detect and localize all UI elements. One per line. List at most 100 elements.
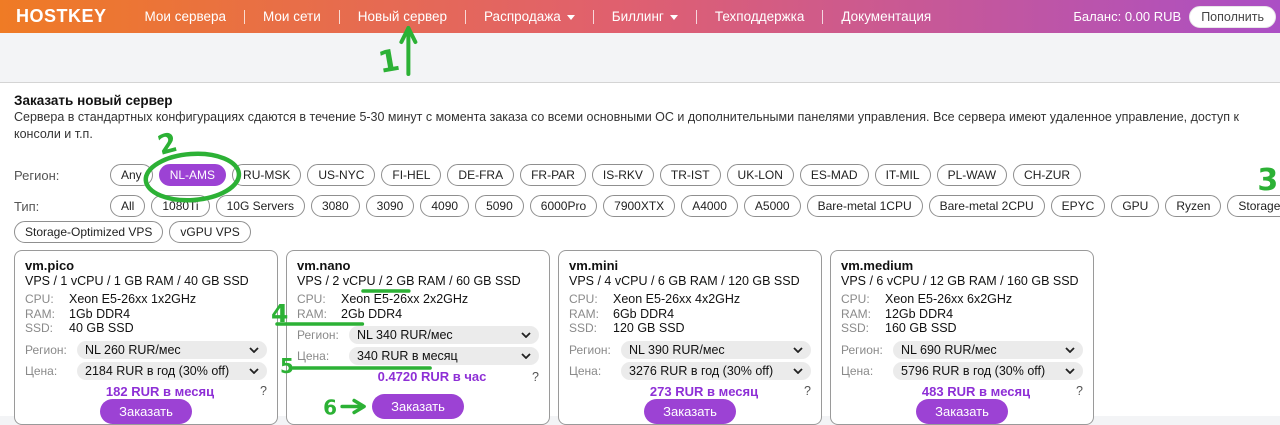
type-pill[interactable]: 7900XTX <box>603 195 676 217</box>
type-pill[interactable]: Bare-metal 1CPU <box>806 195 923 217</box>
type-pill[interactable]: 1080Ti <box>151 195 210 217</box>
region-select[interactable]: NL 390 RUR/мес <box>621 340 811 359</box>
region-pill[interactable]: Any <box>110 164 153 186</box>
nav-divider <box>338 9 340 24</box>
region-pill[interactable]: IS-RKV <box>591 164 654 186</box>
server-card-vm-mini: vm.mini VPS / 4 vCPU / 6 GB RAM / 120 GB… <box>558 250 822 425</box>
card-title: vm.pico <box>25 258 75 273</box>
type-filter-label: Тип: <box>14 199 40 214</box>
spec-row-cpu: CPU: Xeon E5-26xx 4x2GHz <box>569 292 741 306</box>
type-pill[interactable]: 10G Servers <box>215 195 305 217</box>
nav-divider <box>592 9 594 24</box>
nav-item-docs[interactable]: Документация <box>837 7 935 26</box>
server-card-vm-medium: vm.medium VPS / 6 vCPU / 12 GB RAM / 160… <box>830 250 1094 425</box>
hostkey-logo[interactable]: HOSTKEY <box>16 6 107 27</box>
type-pill[interactable]: Ryzen <box>1165 195 1222 217</box>
monthly-price: 273 RUR в месяц <box>649 383 759 399</box>
region-pill-selected[interactable]: NL-AMS <box>158 164 227 186</box>
chevron-down-icon <box>1065 346 1075 353</box>
type-pill[interactable]: 4090 <box>420 195 470 217</box>
nav-item-new-server[interactable]: Новый сервер <box>354 7 451 26</box>
order-panel: Заказать новый сервер Сервера в стандарт… <box>0 82 1280 425</box>
spec-row-ram: RAM: 2Gb DDR4 <box>297 306 403 321</box>
price-select[interactable]: 340 RUR в месяц <box>349 347 539 365</box>
region-pill[interactable]: TR-IST <box>659 164 721 186</box>
type-filter-row: Тип: All 1080Ti 10G Servers 3080 3090 40… <box>14 195 1280 217</box>
nav-item-support[interactable]: Техподдержка <box>711 7 808 26</box>
card-title: vm.medium <box>841 258 914 273</box>
type-pill[interactable]: 6000Pro <box>529 195 598 217</box>
type-pill[interactable]: vGPU VPS <box>169 221 251 243</box>
card-title: vm.mini <box>569 258 619 273</box>
main-nav: Мои сервера Мои сети Новый сервер Распро… <box>141 7 1074 26</box>
region-pill[interactable]: DE-FRA <box>447 164 515 186</box>
type-pill[interactable]: Storage <box>1227 195 1280 217</box>
region-pill[interactable]: ES-MAD <box>799 164 869 186</box>
help-icon[interactable]: ? <box>521 370 539 384</box>
type-pill[interactable]: A4000 <box>681 195 738 217</box>
vm-nano-order-button[interactable]: Заказать <box>372 394 464 419</box>
spec-row-ram: RAM: 1Gb DDR4 <box>25 306 131 321</box>
region-select[interactable]: NL 340 RUR/мес <box>349 326 539 344</box>
server-card-vm-nano: vm.nano VPS / 2 vCPU / 2 GB RAM / 60 GB … <box>286 250 550 425</box>
region-pill[interactable]: RU-MSK <box>232 164 302 186</box>
price-select[interactable]: 2184 RUR в год (30% off) <box>77 361 267 380</box>
type-pill[interactable]: EPYC <box>1050 195 1106 217</box>
help-icon[interactable]: ? <box>793 384 811 398</box>
caret-down-icon <box>566 15 575 20</box>
type-pill[interactable]: A5000 <box>743 195 801 217</box>
type-pill[interactable]: Storage-Optimized VPS <box>14 221 164 243</box>
chevron-down-icon <box>793 367 803 374</box>
help-icon[interactable]: ? <box>249 384 267 398</box>
chevron-down-icon <box>793 346 803 353</box>
spec-row-cpu: CPU: Xeon E5-26xx 2x2GHz <box>297 292 469 306</box>
topbar: HOSTKEY Мои сервера Мои сети Новый серве… <box>0 0 1280 33</box>
region-pill[interactable]: IT-MIL <box>874 164 931 186</box>
type-pill[interactable]: 5090 <box>475 195 524 217</box>
balance-label: Баланс: 0.00 RUB <box>1073 9 1182 24</box>
price-select[interactable]: 5796 RUR в год (30% off) <box>893 361 1083 380</box>
spec-row-ram: RAM: 12Gb DDR4 <box>841 306 954 321</box>
order-button[interactable]: Заказать <box>644 398 736 424</box>
region-pill[interactable]: UK-LON <box>726 164 794 186</box>
type-pill[interactable]: 3090 <box>365 195 415 217</box>
nav-item-sale[interactable]: Распродажа <box>480 7 579 26</box>
region-pill[interactable]: PL-WAW <box>936 164 1008 186</box>
nav-divider <box>465 9 466 24</box>
spec-row-cpu: CPU: Xeon E5-26xx 1x2GHz <box>25 292 197 306</box>
vm-nano-subtitle: VPS / 2 vCPU / 2 GB RAM / 60 GB SSD <box>297 274 521 288</box>
type-pill[interactable]: GPU <box>1111 195 1160 217</box>
region-select[interactable]: NL 690 RUR/мес <box>893 340 1083 359</box>
price-select[interactable]: 3276 RUR в год (30% off) <box>621 361 811 380</box>
type-pills-row1: All 1080Ti 10G Servers 3080 3090 4090 50… <box>110 195 1280 217</box>
vm-nano-price-row: Цена: 340 RUR в месяц <box>297 347 539 365</box>
topup-button[interactable]: Пополнить <box>1189 5 1276 28</box>
region-select-row: Регион: NL 340 RUR/мес <box>297 326 539 344</box>
chevron-down-icon <box>521 332 531 338</box>
page-description: Сервера в стандартных конфигурациях сдаю… <box>14 110 1239 141</box>
nav-item-my-servers[interactable]: Мои сервера <box>141 7 231 26</box>
price-select-row: Цена: 5796 RUR в год (30% off) <box>841 361 1083 380</box>
caret-down-icon <box>669 15 678 20</box>
help-icon[interactable]: ? <box>1065 384 1083 398</box>
region-pill[interactable]: FI-HEL <box>381 164 442 186</box>
region-select[interactable]: NL 260 RUR/мес <box>77 340 267 359</box>
spec-row-ram: RAM: 6Gb DDR4 <box>569 306 675 321</box>
order-button[interactable]: Заказать <box>100 398 192 424</box>
type-pill[interactable]: 3080 <box>310 195 360 217</box>
region-filter-row: Регион: Any NL-AMS RU-MSK US-NYC FI-HEL … <box>14 164 1280 186</box>
region-pill[interactable]: CH-ZUR <box>1013 164 1082 186</box>
type-pill[interactable]: All <box>110 195 146 217</box>
svg-text:1: 1 <box>376 43 403 81</box>
card-subtitle: VPS / 6 vCPU / 12 GB RAM / 160 GB SSD <box>841 274 1079 288</box>
type-pills-row2: Storage-Optimized VPS vGPU VPS <box>14 221 1280 243</box>
order-button[interactable]: Заказать <box>916 398 1008 424</box>
price-select-row: Цена: 3276 RUR в год (30% off) <box>569 361 811 380</box>
nav-item-billing[interactable]: Биллинг <box>608 7 682 26</box>
region-pill[interactable]: FR-PAR <box>520 164 586 186</box>
type-pill[interactable]: Bare-metal 2CPU <box>928 195 1045 217</box>
card-title: vm.nano <box>297 258 351 273</box>
region-pill[interactable]: US-NYC <box>307 164 376 186</box>
nav-item-my-networks[interactable]: Мои сети <box>259 7 325 26</box>
nav-divider <box>244 9 246 24</box>
